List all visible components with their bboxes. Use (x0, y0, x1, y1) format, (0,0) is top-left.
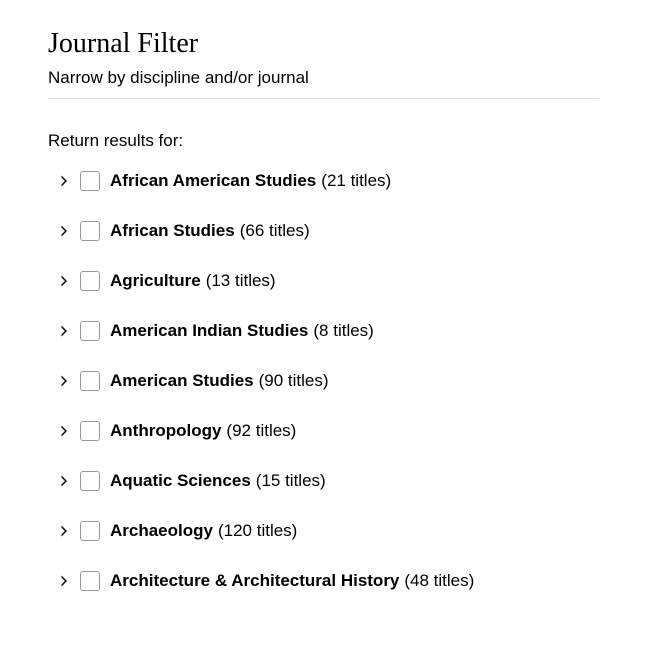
discipline-row: African American Studies(21 titles) (48, 171, 599, 191)
discipline-list: African American Studies(21 titles)Afric… (48, 171, 599, 591)
page-subtitle: Narrow by discipline and/or journal (48, 68, 599, 99)
chevron-right-icon[interactable] (58, 325, 70, 337)
chevron-right-icon[interactable] (58, 425, 70, 437)
discipline-label[interactable]: American Studies(90 titles) (110, 371, 329, 391)
chevron-right-icon[interactable] (58, 475, 70, 487)
discipline-count: (8 titles) (313, 321, 373, 341)
discipline-label[interactable]: Aquatic Sciences(15 titles) (110, 471, 326, 491)
discipline-name: Aquatic Sciences (110, 471, 251, 491)
discipline-checkbox[interactable] (80, 171, 100, 191)
discipline-count: (92 titles) (226, 421, 296, 441)
results-prompt: Return results for: (48, 131, 599, 151)
discipline-checkbox[interactable] (80, 521, 100, 541)
discipline-count: (13 titles) (206, 271, 276, 291)
discipline-count: (66 titles) (240, 221, 310, 241)
discipline-row: Aquatic Sciences(15 titles) (48, 471, 599, 491)
discipline-count: (120 titles) (218, 521, 297, 541)
discipline-count: (90 titles) (259, 371, 329, 391)
discipline-name: African Studies (110, 221, 235, 241)
chevron-right-icon[interactable] (58, 525, 70, 537)
discipline-name: African American Studies (110, 171, 316, 191)
discipline-label[interactable]: Archaeology(120 titles) (110, 521, 297, 541)
discipline-row: American Indian Studies(8 titles) (48, 321, 599, 341)
discipline-count: (21 titles) (321, 171, 391, 191)
chevron-right-icon[interactable] (58, 575, 70, 587)
discipline-checkbox[interactable] (80, 321, 100, 341)
discipline-count: (48 titles) (404, 571, 474, 591)
chevron-right-icon[interactable] (58, 175, 70, 187)
discipline-checkbox[interactable] (80, 221, 100, 241)
discipline-row: Archaeology(120 titles) (48, 521, 599, 541)
discipline-name: Anthropology (110, 421, 221, 441)
discipline-label[interactable]: American Indian Studies(8 titles) (110, 321, 374, 341)
discipline-row: American Studies(90 titles) (48, 371, 599, 391)
discipline-checkbox[interactable] (80, 571, 100, 591)
page-title: Journal Filter (48, 28, 599, 60)
discipline-label[interactable]: Agriculture(13 titles) (110, 271, 276, 291)
discipline-name: Agriculture (110, 271, 201, 291)
discipline-label[interactable]: Anthropology(92 titles) (110, 421, 296, 441)
chevron-right-icon[interactable] (58, 275, 70, 287)
discipline-row: Agriculture(13 titles) (48, 271, 599, 291)
discipline-row: Anthropology(92 titles) (48, 421, 599, 441)
discipline-label[interactable]: Architecture & Architectural History(48 … (110, 571, 474, 591)
discipline-name: American Indian Studies (110, 321, 308, 341)
discipline-name: Architecture & Architectural History (110, 571, 399, 591)
discipline-checkbox[interactable] (80, 371, 100, 391)
discipline-row: Architecture & Architectural History(48 … (48, 571, 599, 591)
discipline-label[interactable]: African American Studies(21 titles) (110, 171, 391, 191)
discipline-label[interactable]: African Studies(66 titles) (110, 221, 310, 241)
discipline-name: Archaeology (110, 521, 213, 541)
chevron-right-icon[interactable] (58, 375, 70, 387)
discipline-checkbox[interactable] (80, 271, 100, 291)
discipline-name: American Studies (110, 371, 254, 391)
chevron-right-icon[interactable] (58, 225, 70, 237)
discipline-checkbox[interactable] (80, 471, 100, 491)
discipline-checkbox[interactable] (80, 421, 100, 441)
discipline-row: African Studies(66 titles) (48, 221, 599, 241)
discipline-count: (15 titles) (256, 471, 326, 491)
